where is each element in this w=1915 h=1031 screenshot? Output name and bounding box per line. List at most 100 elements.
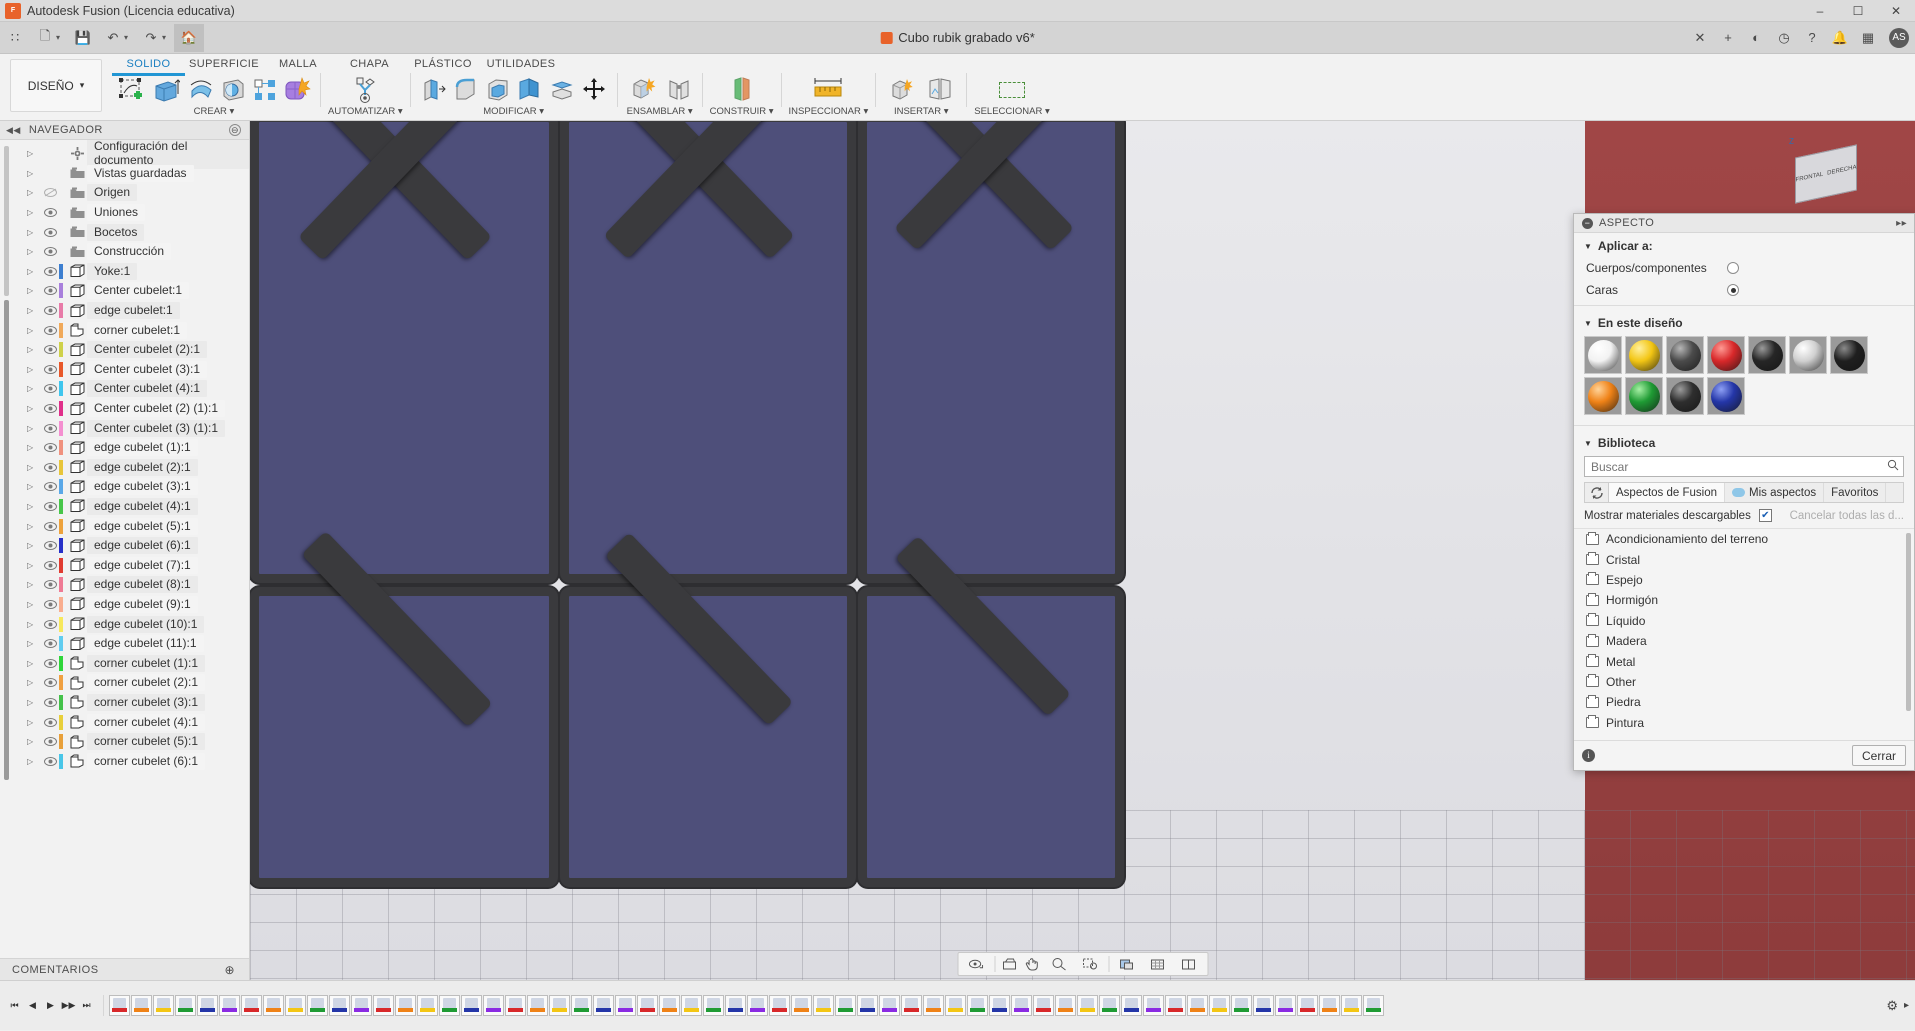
- timeline-feature-node[interactable]: [263, 995, 284, 1016]
- tree-item-center-cubelet-1[interactable]: ▷ Center cubelet:1: [0, 281, 249, 301]
- visibility-icon[interactable]: [41, 208, 59, 218]
- visibility-icon[interactable]: [41, 345, 59, 355]
- close-dialog-button[interactable]: Cerrar: [1852, 745, 1906, 766]
- library-category-hormig-n[interactable]: Hormigón: [1574, 590, 1914, 610]
- timeline-feature-node[interactable]: [1297, 995, 1318, 1016]
- app-grid-icon[interactable]: ∷: [0, 24, 30, 52]
- measure-icon[interactable]: [809, 73, 847, 107]
- library-scrollbar[interactable]: [1906, 533, 1911, 711]
- timeline-expand-icon[interactable]: ▸: [1904, 1000, 1909, 1011]
- library-category-other[interactable]: Other: [1574, 672, 1914, 692]
- tree-expand-arrow-icon[interactable]: ▷: [27, 522, 41, 531]
- timeline-feature-node[interactable]: [967, 995, 988, 1016]
- tree-item-construcci-n[interactable]: ▷ Construcción: [0, 242, 249, 262]
- tree-item-edge-cubelet-3-1[interactable]: ▷ edge cubelet (3):1: [0, 477, 249, 497]
- tree-item-bocetos[interactable]: ▷ Bocetos: [0, 222, 249, 242]
- tree-item-corner-cubelet-2-1[interactable]: ▷ corner cubelet (2):1: [0, 673, 249, 693]
- tree-expand-arrow-icon[interactable]: ▷: [27, 384, 41, 393]
- timeline-feature-node[interactable]: [395, 995, 416, 1016]
- apply-to-faces-radio[interactable]: [1727, 284, 1739, 296]
- tree-item-corner-cubelet-6-1[interactable]: ▷ corner cubelet (6):1: [0, 751, 249, 771]
- tree-expand-arrow-icon[interactable]: ▷: [27, 541, 41, 550]
- visibility-icon[interactable]: [41, 404, 59, 414]
- extrude-icon[interactable]: [147, 73, 185, 107]
- window-selection-icon[interactable]: [993, 73, 1031, 107]
- timeline-feature-node[interactable]: [571, 995, 592, 1016]
- tree-expand-arrow-icon[interactable]: ▷: [27, 286, 41, 295]
- timeline-feature-node[interactable]: [285, 995, 306, 1016]
- timeline-feature-node[interactable]: [549, 995, 570, 1016]
- material-swatch-black-ball[interactable]: [1748, 336, 1786, 374]
- visibility-icon[interactable]: [41, 658, 59, 668]
- tree-item-uniones[interactable]: ▷ Uniones: [0, 203, 249, 223]
- timeline-settings-icon[interactable]: ⚙: [1886, 998, 1898, 1014]
- ribbon-group-crear-label[interactable]: CREAR ▾: [194, 106, 235, 117]
- tree-expand-arrow-icon[interactable]: ▷: [27, 580, 41, 589]
- visibility-off-icon[interactable]: [41, 188, 59, 198]
- tree-item-center-cubelet-3-1-1[interactable]: ▷ Center cubelet (3) (1):1: [0, 418, 249, 438]
- timeline-feature-node[interactable]: [945, 995, 966, 1016]
- insert-canvas-icon[interactable]: [921, 73, 959, 107]
- material-swatch-yellow-ball[interactable]: [1625, 336, 1663, 374]
- timeline-feature-node[interactable]: [1033, 995, 1054, 1016]
- pattern-icon[interactable]: [249, 73, 281, 107]
- apply-to-section-header[interactable]: ▼ Aplicar a:: [1574, 233, 1914, 257]
- search-icon[interactable]: [1887, 459, 1899, 474]
- timeline-feature-node[interactable]: [813, 995, 834, 1016]
- visibility-icon[interactable]: [41, 423, 59, 433]
- home-icon[interactable]: 🏠: [174, 23, 204, 52]
- timeline-feature-node[interactable]: [1341, 995, 1362, 1016]
- show-downloadable-checkbox[interactable]: ✔: [1758, 509, 1772, 522]
- timeline-feature-node[interactable]: [747, 995, 768, 1016]
- timeline-feature-node[interactable]: [1121, 995, 1142, 1016]
- jobs-icon[interactable]: ◷: [1771, 24, 1797, 52]
- tree-item-edge-cubelet-1[interactable]: ▷ edge cubelet:1: [0, 301, 249, 321]
- timeline-feature-node[interactable]: [659, 995, 680, 1016]
- tree-expand-arrow-icon[interactable]: ▷: [27, 228, 41, 237]
- construction-plane-icon[interactable]: [723, 73, 761, 107]
- tree-item-edge-cubelet-6-1[interactable]: ▷ edge cubelet (6):1: [0, 536, 249, 556]
- tree-expand-arrow-icon[interactable]: ▷: [27, 149, 41, 158]
- timeline-feature-node[interactable]: [219, 995, 240, 1016]
- timeline-feature-node[interactable]: [197, 995, 218, 1016]
- pin-dialog-icon[interactable]: ▸▸: [1896, 218, 1907, 229]
- visibility-icon[interactable]: [41, 541, 59, 551]
- library-category-acondicionamiento-del-terreno[interactable]: Acondicionamiento del terreno: [1574, 529, 1914, 549]
- visibility-icon[interactable]: [41, 384, 59, 394]
- material-swatch-red-ball[interactable]: [1707, 336, 1745, 374]
- undo-caret-icon[interactable]: ▾: [124, 33, 136, 42]
- visibility-icon[interactable]: [41, 247, 59, 257]
- tree-item-edge-cubelet-10-1[interactable]: ▷ edge cubelet (10):1: [0, 614, 249, 634]
- tree-expand-arrow-icon[interactable]: ▷: [27, 443, 41, 452]
- visibility-icon[interactable]: [41, 697, 59, 707]
- tree-item-edge-cubelet-2-1[interactable]: ▷ edge cubelet (2):1: [0, 458, 249, 478]
- shell-icon[interactable]: [482, 73, 514, 107]
- timeline-feature-node[interactable]: [1165, 995, 1186, 1016]
- insert-derive-icon[interactable]: [883, 73, 921, 107]
- timeline-feature-node[interactable]: [835, 995, 856, 1016]
- visibility-icon[interactable]: [41, 521, 59, 531]
- timeline-feature-node[interactable]: [769, 995, 790, 1016]
- timeline-feature-node[interactable]: [131, 995, 152, 1016]
- notifications-icon[interactable]: 🔔: [1827, 24, 1853, 52]
- tree-item-edge-cubelet-9-1[interactable]: ▷ edge cubelet (9):1: [0, 595, 249, 615]
- visibility-icon[interactable]: [41, 737, 59, 747]
- ribbon-group-insertar-label[interactable]: INSERTAR ▾: [894, 106, 949, 117]
- tree-item-center-cubelet-2-1[interactable]: ▷ Center cubelet (2):1: [0, 340, 249, 360]
- timeline-feature-node[interactable]: [1143, 995, 1164, 1016]
- minimize-button[interactable]: –: [1801, 0, 1839, 22]
- timeline-feature-node[interactable]: [857, 995, 878, 1016]
- visibility-icon[interactable]: [41, 501, 59, 511]
- material-swatch-white-ball[interactable]: [1584, 336, 1622, 374]
- tree-expand-arrow-icon[interactable]: ▷: [27, 718, 41, 727]
- tree-expand-arrow-icon[interactable]: ▷: [27, 463, 41, 472]
- material-swatch-orange-ball[interactable]: [1584, 377, 1622, 415]
- visibility-icon[interactable]: [41, 306, 59, 316]
- form-icon[interactable]: [281, 73, 313, 107]
- timeline-feature-node[interactable]: [1231, 995, 1252, 1016]
- browser-tree[interactable]: ▷ Configuración del documento ▷ Vistas guar…: [0, 140, 249, 958]
- timeline-feature-node[interactable]: [703, 995, 724, 1016]
- visibility-icon[interactable]: [41, 560, 59, 570]
- ribbon-group-inspeccionar-label[interactable]: INSPECCIONAR ▾: [789, 106, 869, 117]
- comments-panel-header[interactable]: COMENTARIOS ⊕: [0, 958, 249, 980]
